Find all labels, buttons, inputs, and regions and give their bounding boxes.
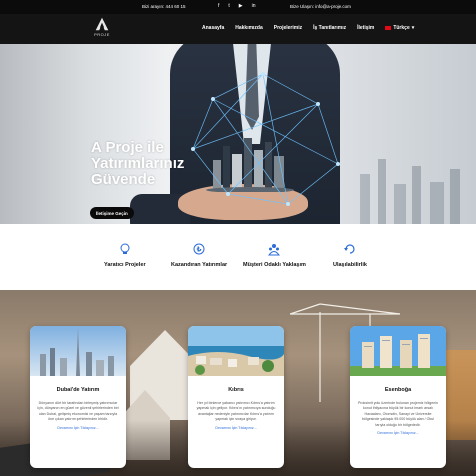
hero-banner: A Proje ile Yatırımlarınız Güvende İleti… (0, 44, 476, 224)
nav-item-promotions[interactable]: İş Tanıtlarımız (313, 25, 346, 31)
top-bar: Bizi arayın: 444 60 15 f t ▶ in Bize Ula… (0, 0, 476, 14)
social-links: f t ▶ in (218, 3, 256, 9)
project-card-esenboga[interactable]: Esenboğa Proksimit yolu üzerinde bulunan… (350, 326, 446, 468)
feature-label: Yaratıcı Projeler (104, 262, 146, 268)
contact-cta-button[interactable]: İletişime Geçin (90, 207, 134, 219)
dubai-image (30, 326, 126, 376)
turkey-flag-icon (385, 26, 392, 30)
read-more-link[interactable]: Devamını İçin Tıklayınız... (188, 426, 284, 430)
nav-item-home[interactable]: Anasayfa (202, 25, 224, 31)
twitter-icon[interactable]: t (228, 3, 229, 9)
feature-accessibility: Ulaşılabilirlik (333, 242, 367, 268)
card-title: Dubai'de Yatırım (56, 387, 100, 393)
feature-profitable-investments: ₺ Kazandıran Yatırımlar (171, 242, 227, 268)
email-text[interactable]: Bize Ulaşın: info@a-proje.com (290, 4, 351, 9)
logo-a-icon (95, 17, 109, 31)
read-more-link[interactable]: Devamını İçin Tıklayınız... (30, 426, 126, 430)
phone-text[interactable]: Bizi arayın: 444 60 15 (142, 4, 186, 9)
feature-customer-focus: Müşteri Odaklı Yaklaşım (243, 242, 306, 268)
lightbulb-icon (120, 243, 130, 254)
feature-label: Kazandıran Yatırımlar (171, 262, 228, 268)
card-description: Dünyanın dört bir tarafından birleşmiş y… (37, 401, 119, 422)
feature-label: Müşteri Odaklı Yaklaşım (243, 262, 306, 268)
users-icon (268, 244, 281, 256)
esenboga-image (350, 326, 446, 376)
network-lines-graphic (191, 72, 340, 206)
card-title: Kıbrıs (228, 387, 244, 393)
cyprus-image (188, 326, 284, 376)
feature-creative-projects: Yaratıcı Projeler (104, 242, 146, 268)
card-description: Her yıl binlerce yabancı yatırımcı Kıbrı… (196, 401, 276, 422)
chevron-down-icon: ▾ (411, 25, 415, 31)
card-title: Esenboğa (384, 387, 412, 393)
read-more-link[interactable]: Devamını İçin Tıklayınız... (350, 431, 446, 435)
site-logo[interactable]: PROJE (92, 17, 112, 41)
main-navbar: PROJE Anasayfa Hakkımızda Projelerimiz İ… (0, 14, 476, 44)
card-description: Proksimit yolu üzerinde bulunan projemiz… (357, 401, 439, 427)
money-icon: ₺ (193, 243, 205, 255)
nav-item-contact[interactable]: İletişim (357, 25, 374, 31)
nav-item-projects[interactable]: Projelerimiz (274, 25, 302, 31)
background-skyline-image (360, 159, 460, 224)
nav-item-about[interactable]: Hakkımızda (235, 25, 263, 31)
project-card-dubai[interactable]: Dubai'de Yatırım Dünyanın dört bir taraf… (30, 326, 126, 468)
nav-menu: Anasayfa Hakkımızda Projelerimiz İş Tanı… (202, 25, 425, 31)
facebook-icon[interactable]: f (218, 3, 219, 9)
projects-section: Dubai'de Yatırım Dünyanın dört bir taraf… (0, 290, 476, 476)
logo-text: PROJE (94, 32, 110, 37)
svg-text:₺: ₺ (197, 246, 202, 254)
youtube-icon[interactable]: ▶ (239, 3, 243, 9)
language-label: Türkçe (393, 25, 410, 31)
project-card-cyprus[interactable]: Kıbrıs Her yıl binlerce yabancı yatırımc… (188, 326, 284, 468)
hero-title: A Proje ile Yatırımlarınız Güvende (91, 139, 185, 188)
language-selector[interactable]: Türkçe ▾ (385, 25, 414, 31)
features-section: Yaratıcı Projeler ₺ Kazandıran Yatırımla… (0, 224, 476, 290)
feature-label: Ulaşılabilirlik (333, 262, 367, 268)
linkedin-icon[interactable]: in (252, 3, 256, 9)
refresh-icon (343, 244, 355, 254)
